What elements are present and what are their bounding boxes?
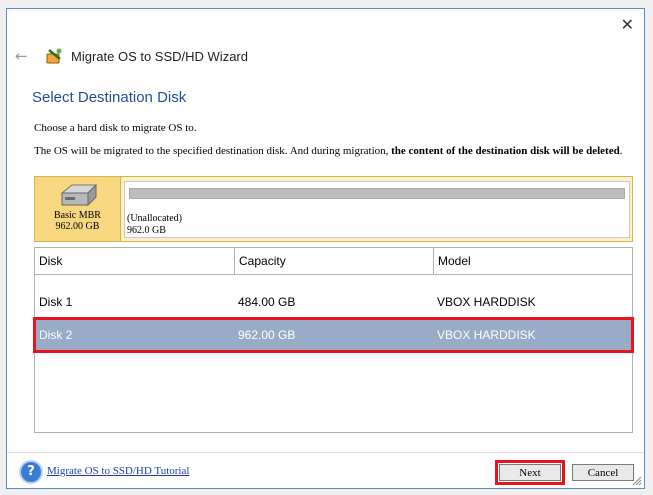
cell-disk: Disk 2 <box>39 328 73 342</box>
disk-type-label: Basic MBR <box>54 210 101 221</box>
tutorial-link[interactable]: Migrate OS to SSD/HD Tutorial <box>47 465 189 477</box>
wizard-icon <box>46 48 62 64</box>
back-arrow-icon[interactable]: ← <box>15 47 35 65</box>
cell-disk: Disk 1 <box>39 295 73 309</box>
column-header-capacity[interactable]: Capacity <box>234 248 433 274</box>
partition-usage-bar <box>129 188 625 199</box>
instruction-text: Choose a hard disk to migrate OS to. <box>34 122 197 134</box>
footer-divider <box>7 452 644 453</box>
warning-bold: the content of the destination disk will… <box>391 145 620 157</box>
page-title: Select Destination Disk <box>32 89 187 106</box>
cancel-button[interactable]: Cancel <box>572 464 634 481</box>
column-header-model[interactable]: Model <box>433 248 632 274</box>
unallocated-partition[interactable]: (Unallocated) 962.0 GB <box>124 181 630 238</box>
column-header-disk[interactable]: Disk <box>35 248 234 274</box>
cell-capacity: 484.00 GB <box>238 295 296 309</box>
partition-label: (Unallocated) <box>127 213 182 224</box>
window-title: Migrate OS to SSD/HD Wizard <box>71 48 248 64</box>
table-row-selected[interactable]: Disk 2 962.00 GB VBOX HARDDISK <box>33 317 634 353</box>
cell-model: VBOX HARDDISK <box>437 328 536 342</box>
disk-table: Disk Capacity Model Disk 1 484.00 GB VBO… <box>33 247 634 433</box>
close-icon[interactable]: ✕ <box>621 15 634 34</box>
warning-text: The OS will be migrated to the specified… <box>34 145 634 157</box>
partition-size: 962.0 GB <box>127 225 166 236</box>
warning-prefix: The OS will be migrated to the specified… <box>34 145 392 157</box>
hard-disk-icon <box>60 183 97 207</box>
resize-grip-icon[interactable] <box>632 476 642 486</box>
warning-suffix: . <box>619 145 623 157</box>
disk-map[interactable]: Basic MBR 962.00 GB (Unallocated) 962.0 … <box>34 176 633 242</box>
disk-size-label: 962.00 GB <box>55 221 100 232</box>
wizard-header: ← Migrate OS to SSD/HD Wizard <box>15 45 248 67</box>
table-header: Disk Capacity Model <box>35 248 632 275</box>
wizard-window: ✕ ← Migrate OS to SSD/HD Wizard Select D… <box>6 8 645 489</box>
next-button[interactable]: Next <box>499 464 561 481</box>
disk-info: Basic MBR 962.00 GB <box>35 177 121 241</box>
cell-capacity: 962.00 GB <box>238 328 296 342</box>
cell-model: VBOX HARDDISK <box>437 295 536 309</box>
help-icon[interactable]: ? <box>19 460 43 484</box>
table-row[interactable]: Disk 1 484.00 GB VBOX HARDDISK <box>35 286 632 318</box>
